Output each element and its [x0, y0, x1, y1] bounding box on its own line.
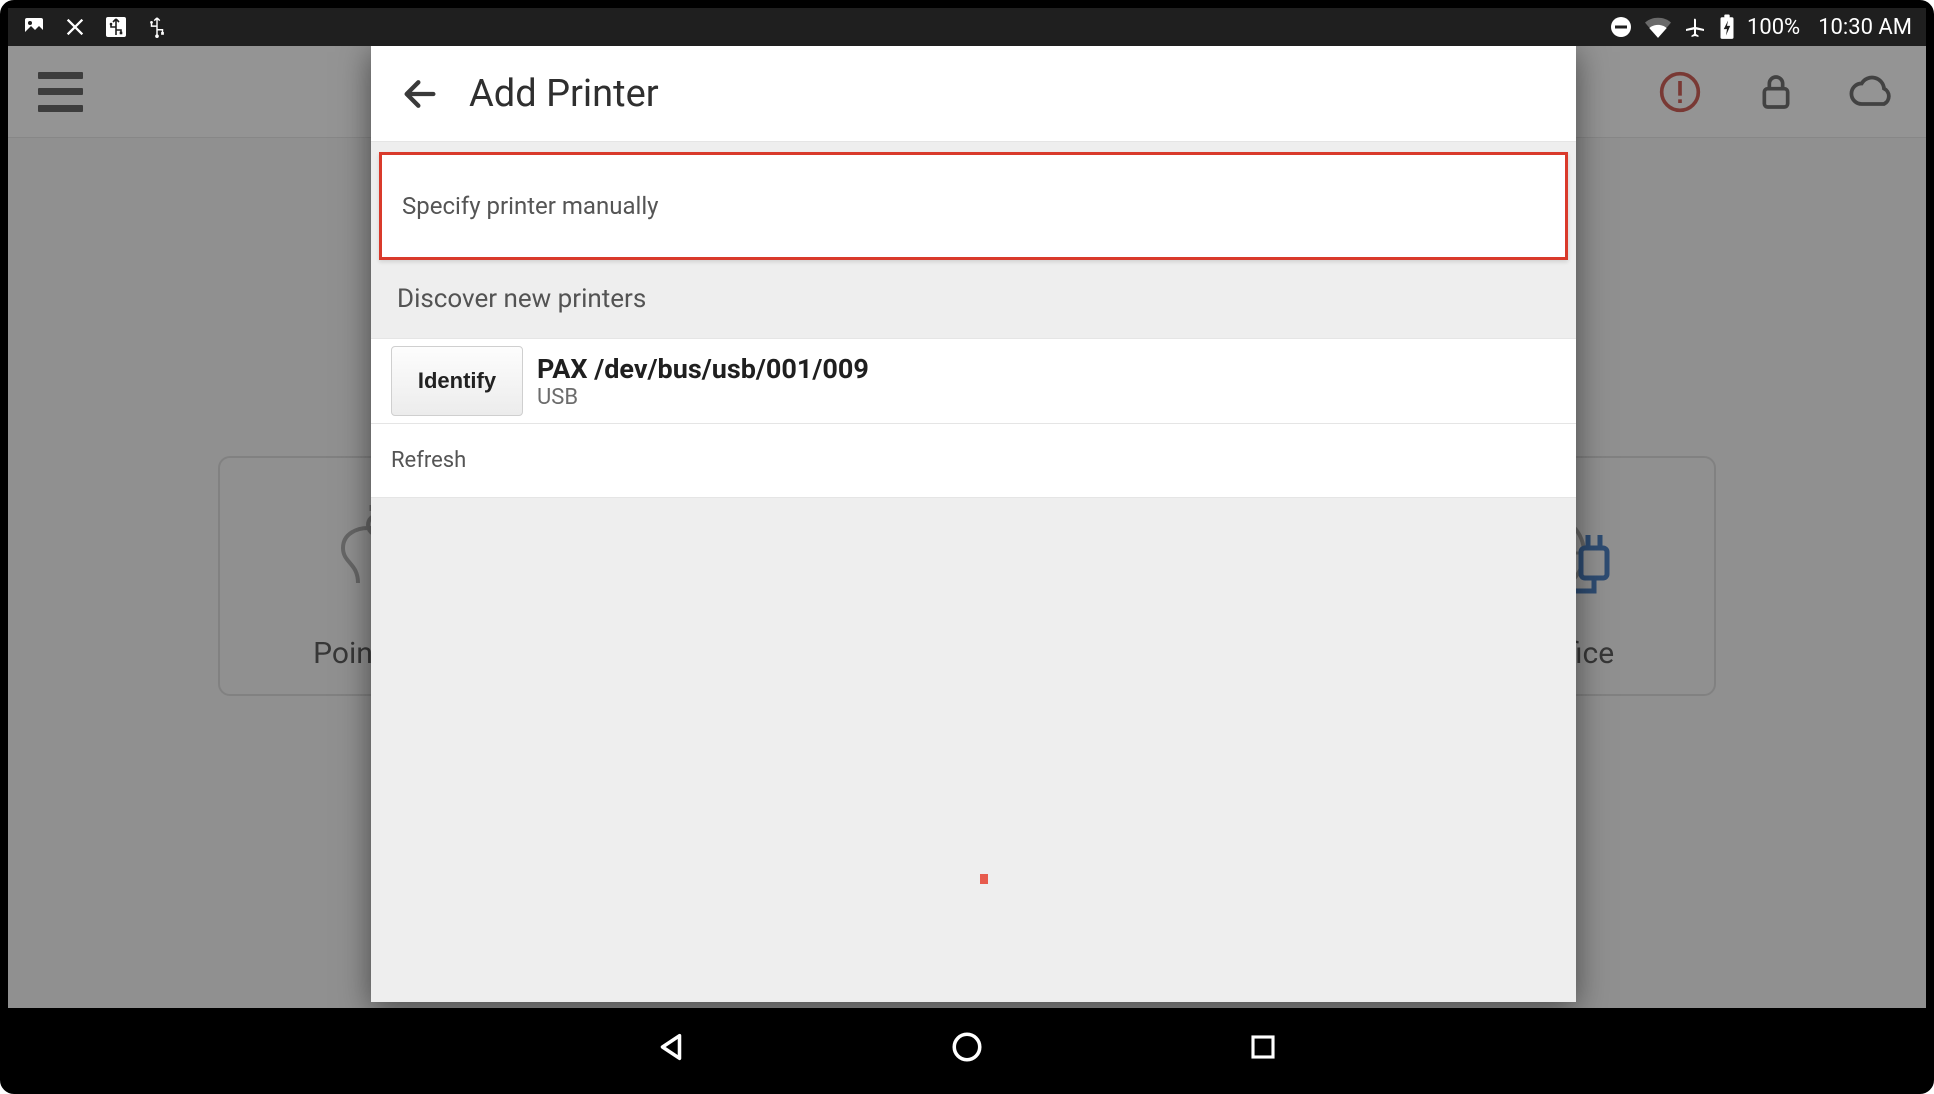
- crossed-swords-icon: [64, 16, 86, 38]
- printer-name: PAX /dev/bus/usb/001/009: [537, 353, 869, 385]
- dnd-icon: [1609, 15, 1633, 39]
- dialog-header: Add Printer: [371, 46, 1576, 142]
- status-bar: 100% 10:30 AM: [8, 8, 1926, 46]
- battery-charging-icon: [1719, 14, 1735, 40]
- nav-back-button[interactable]: [647, 1023, 695, 1071]
- identify-button[interactable]: Identify: [391, 346, 523, 416]
- specify-manually-row[interactable]: Specify printer manually: [379, 152, 1568, 260]
- nav-home-button[interactable]: [943, 1023, 991, 1071]
- printer-subtitle: USB: [537, 385, 869, 410]
- airplane-icon: [1683, 15, 1707, 39]
- indicator-dot: [980, 874, 988, 884]
- usb-square-icon: [104, 15, 128, 39]
- battery-percent: 100%: [1747, 15, 1800, 40]
- discover-section-header: Discover new printers: [371, 260, 1576, 338]
- back-button[interactable]: [395, 69, 445, 119]
- refresh-label: Refresh: [391, 448, 466, 473]
- usb-icon: [146, 16, 168, 38]
- specify-manually-label: Specify printer manually: [402, 192, 659, 220]
- image-icon: [22, 15, 46, 39]
- wifi-icon: [1645, 16, 1671, 38]
- dialog-title: Add Printer: [469, 72, 659, 116]
- discovered-printer-row[interactable]: Identify PAX /dev/bus/usb/001/009 USB: [371, 338, 1576, 424]
- add-printer-dialog: Add Printer Specify printer manually Dis…: [371, 46, 1576, 1002]
- nav-recent-button[interactable]: [1239, 1023, 1287, 1071]
- clock-time: 10:30 AM: [1818, 15, 1912, 40]
- system-nav-bar: [8, 1008, 1926, 1086]
- refresh-row[interactable]: Refresh: [371, 424, 1576, 498]
